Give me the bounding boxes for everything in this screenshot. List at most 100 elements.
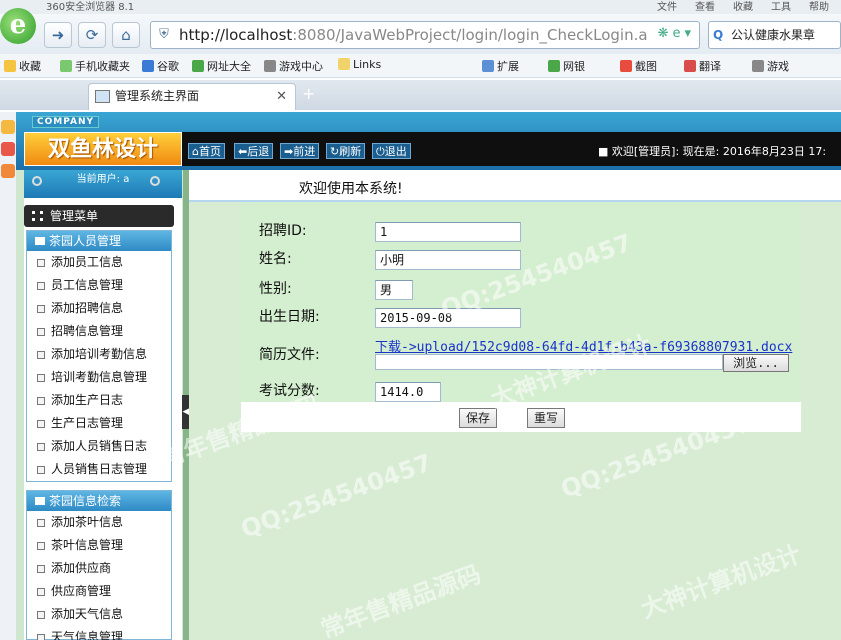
google-icon bbox=[142, 60, 154, 72]
mail-side-icon[interactable] bbox=[1, 164, 15, 178]
favorite-side-icon[interactable] bbox=[1, 120, 15, 134]
recruit-id-field[interactable]: 1 bbox=[375, 222, 521, 242]
fav-games[interactable]: 游戏中心 bbox=[264, 58, 323, 74]
sidebar-item-recruit-manage[interactable]: 招聘信息管理 bbox=[27, 320, 171, 343]
fav-collect[interactable]: 收藏 bbox=[4, 58, 41, 74]
label-birth: 出生日期: bbox=[259, 309, 320, 325]
browser-titlebar: 360安全浏览器 8.1 文件 查看 收藏 工具 帮助 bbox=[0, 0, 841, 14]
sidebar-item-add-training[interactable]: 添加培训考勤信息 bbox=[27, 343, 171, 366]
refresh-button[interactable]: ↻刷新 bbox=[326, 143, 366, 159]
resume-file-input[interactable] bbox=[375, 354, 723, 370]
page-icon bbox=[37, 397, 45, 405]
browse-button[interactable]: 浏览... bbox=[723, 354, 789, 372]
fav-hao123[interactable]: 网址大全 bbox=[192, 58, 251, 74]
sidebar-item-employee-manage[interactable]: 员工信息管理 bbox=[27, 274, 171, 297]
new-tab-icon[interactable]: + bbox=[302, 84, 315, 103]
sidebar-item-add-tea[interactable]: 添加茶叶信息 bbox=[27, 511, 171, 534]
group-header-staff[interactable]: 茶园人员管理 bbox=[27, 231, 171, 251]
address-bar[interactable]: ⛨ http://localhost:8080/JavaWebProject/l… bbox=[150, 21, 700, 49]
forward-button[interactable]: ➡前进 bbox=[280, 143, 320, 159]
current-user-bar: 当前用户: a bbox=[24, 170, 182, 198]
pin-icon bbox=[32, 176, 42, 186]
welcome-bar: 欢迎使用本系统! bbox=[189, 170, 841, 202]
browser-logo-icon: e bbox=[0, 8, 36, 44]
recruit-form: 招聘ID: 1 姓名: 小明 性别: 男 出生日期: 2015-09-08 简历… bbox=[241, 202, 801, 432]
fav-bank[interactable]: 网银 bbox=[548, 58, 585, 74]
name-field[interactable]: 小明 bbox=[375, 250, 521, 270]
fav-play[interactable]: 游戏 bbox=[752, 58, 789, 74]
search-box[interactable]: Q 公认健康水果章 bbox=[708, 21, 841, 49]
address-url: http://localhost:8080/JavaWebProject/log… bbox=[179, 26, 648, 44]
menu-view[interactable]: 查看 bbox=[695, 0, 715, 13]
sidebar-item-supplier-manage[interactable]: 供应商管理 bbox=[27, 580, 171, 603]
label-resume: 简历文件: bbox=[259, 347, 320, 363]
sidebar-item-production-log-manage[interactable]: 生产日志管理 bbox=[27, 412, 171, 435]
menu-favorites[interactable]: 收藏 bbox=[733, 0, 753, 13]
translate-icon bbox=[684, 60, 696, 72]
resume-download-link[interactable]: 下载->upload/152c9d08-64fd-4d1f-b43a-f6936… bbox=[375, 336, 792, 355]
current-user: 当前用户: a bbox=[76, 174, 130, 185]
close-icon[interactable]: ✕ bbox=[276, 84, 287, 109]
menu-group-tea: 茶园信息检索 添加茶叶信息 茶叶信息管理 添加供应商 供应商管理 添加天气信息 … bbox=[26, 490, 172, 640]
welcome-text: ■ 欢迎[管理员]: 现在是: 2016年8月23日 17: bbox=[598, 145, 827, 158]
logout-button[interactable]: ⏻退出 bbox=[372, 143, 411, 159]
page-icon bbox=[37, 305, 45, 313]
sidebar-item-add-supplier[interactable]: 添加供应商 bbox=[27, 557, 171, 580]
browser-app-title: 360安全浏览器 8.1 bbox=[46, 2, 135, 13]
welcome-title: 欢迎使用本系统! bbox=[299, 181, 403, 197]
search-text: 公认健康水果章 bbox=[731, 28, 816, 42]
score-field[interactable]: 1414.0 bbox=[375, 382, 441, 402]
page-icon bbox=[37, 466, 45, 474]
sidebar-item-add-employee[interactable]: 添加员工信息 bbox=[27, 251, 171, 274]
sidebar-item-weather-manage[interactable]: 天气信息管理 bbox=[27, 626, 171, 640]
refresh-icon[interactable]: ⟳ bbox=[78, 22, 106, 48]
fav-extension[interactable]: 扩展 bbox=[482, 58, 519, 74]
folder-icon bbox=[338, 58, 350, 70]
save-button[interactable]: 保存 bbox=[459, 408, 498, 428]
fav-google[interactable]: 谷歌 bbox=[142, 58, 179, 74]
address-actions-icon[interactable]: ❋e▾ bbox=[658, 26, 695, 41]
page-icon bbox=[37, 282, 45, 290]
fav-screenshot[interactable]: 截图 bbox=[620, 58, 657, 74]
menu-help[interactable]: 帮助 bbox=[809, 0, 829, 13]
sidebar-item-training-manage[interactable]: 培训考勤信息管理 bbox=[27, 366, 171, 389]
sidebar: 当前用户: a 管理菜单 茶园人员管理 添加员工信息 员工信息管理 添加招聘信息… bbox=[24, 170, 182, 640]
game-icon bbox=[752, 60, 764, 72]
home-button[interactable]: ⌂首页 bbox=[188, 143, 225, 159]
pin-icon bbox=[150, 176, 160, 186]
favorites-bar: 收藏 手机收藏夹 谷歌 网址大全 游戏中心 Links 扩展 网银 截图 翻译 … bbox=[0, 54, 841, 78]
shield-icon: ⛨ bbox=[159, 27, 169, 42]
page-icon bbox=[37, 351, 45, 359]
fav-mobile[interactable]: 手机收藏夹 bbox=[60, 58, 130, 74]
sidebar-item-tea-manage[interactable]: 茶叶信息管理 bbox=[27, 534, 171, 557]
reset-button[interactable]: 重写 bbox=[527, 408, 566, 428]
page-icon bbox=[37, 443, 45, 451]
gender-field[interactable]: 男 bbox=[375, 280, 413, 300]
sidebar-item-add-sales-log[interactable]: 添加人员销售日志 bbox=[27, 435, 171, 458]
menu-file[interactable]: 文件 bbox=[657, 0, 677, 13]
sidebar-item-add-weather[interactable]: 添加天气信息 bbox=[27, 603, 171, 626]
birth-date-field[interactable]: 2015-09-08 bbox=[375, 308, 521, 328]
page-icon bbox=[37, 611, 45, 619]
phone-icon bbox=[60, 60, 72, 72]
weibo-side-icon[interactable] bbox=[1, 142, 15, 156]
back-arrow-icon[interactable]: ➜ bbox=[44, 22, 72, 48]
back-button[interactable]: ⬅后退 bbox=[234, 143, 274, 159]
sidebar-item-sales-log-manage[interactable]: 人员销售日志管理 bbox=[27, 458, 171, 481]
label-gender: 性别: bbox=[259, 281, 292, 297]
group-header-tea[interactable]: 茶园信息检索 bbox=[27, 491, 171, 511]
site-logo: 双鱼林设计 bbox=[24, 132, 182, 166]
grid-icon bbox=[482, 60, 494, 72]
menu-tools[interactable]: 工具 bbox=[771, 0, 791, 13]
hao-icon bbox=[192, 60, 204, 72]
fav-links[interactable]: Links bbox=[338, 58, 381, 71]
page-icon bbox=[37, 542, 45, 550]
page-icon bbox=[37, 328, 45, 336]
page-icon bbox=[37, 420, 45, 428]
tab-main[interactable]: 管理系统主界面 ✕ bbox=[88, 83, 296, 110]
company-tag: COMPANY bbox=[32, 116, 99, 128]
home-icon[interactable]: ⌂ bbox=[112, 22, 140, 48]
fav-translate[interactable]: 翻译 bbox=[684, 58, 721, 74]
sidebar-item-add-production-log[interactable]: 添加生产日志 bbox=[27, 389, 171, 412]
sidebar-item-add-recruit[interactable]: 添加招聘信息 bbox=[27, 297, 171, 320]
